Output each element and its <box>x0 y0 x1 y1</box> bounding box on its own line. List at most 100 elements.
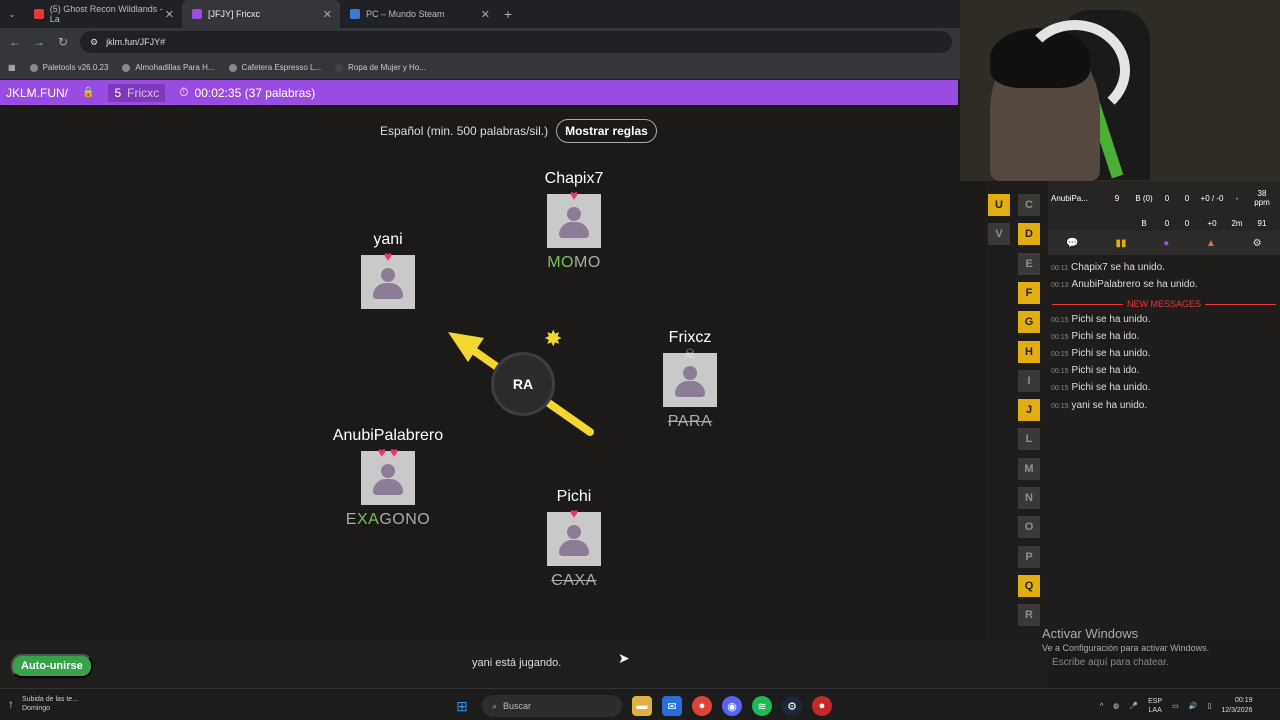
syllable-prompt: RA <box>512 376 534 392</box>
lives-hearts-icon: ♥ <box>569 187 579 203</box>
turn-status: yani está jugando. <box>472 657 562 669</box>
bomb-spark-icon: ✸ <box>544 326 563 351</box>
jklm-icon <box>192 9 202 19</box>
close-tab-icon[interactable]: ✕ <box>481 8 490 21</box>
timer-icon: ⏱ <box>179 85 189 99</box>
chat-message: 00:15 Pichi se ha unido. <box>1051 348 1151 359</box>
chat-message: 00:15 Pichi se ha unido. <box>1051 382 1151 393</box>
url-input[interactable]: ⚙ jklm.fun/JFJY# <box>80 31 952 53</box>
network-icon[interactable]: ◍ <box>1113 702 1119 710</box>
player-name: AnubiPalabrero <box>332 427 444 444</box>
browser-tabstrip: ⌄ (5) Ghost Recon Wildlands - La ✕ [JFJY… <box>0 0 960 28</box>
search-icon: ⌕ <box>492 700 498 711</box>
language-row: Español (min. 500 palabras/sil.) Mostrar… <box>380 119 657 143</box>
reload-icon[interactable]: ↻ <box>56 35 70 49</box>
player-anubipalabrero: AnubiPalabrero ♥ ♥ EXAGONO <box>318 427 458 529</box>
close-tab-icon[interactable]: ✕ <box>165 8 174 21</box>
room-host: Fricxc <box>127 85 160 100</box>
bonus-letters: UCVDEFGHIJLMNOPQR <box>985 178 1048 640</box>
forward-arrow-icon[interactable]: → <box>32 35 46 49</box>
tab-title: (5) Ghost Recon Wildlands - La <box>49 4 163 24</box>
steam-icon[interactable]: ⚙ <box>782 696 802 716</box>
spotify-icon[interactable]: ≋ <box>752 696 772 716</box>
system-clock[interactable]: 00:19 12/3/2026 <box>1221 696 1252 716</box>
chat-bubble-icon[interactable]: 💬 <box>1066 238 1078 249</box>
bonus-letter: L <box>1018 428 1040 451</box>
close-tab-icon[interactable]: ✕ <box>323 8 332 21</box>
battery-icon[interactable]: ▯ <box>1207 702 1211 710</box>
bonus-letter: E <box>1018 252 1040 275</box>
chat-toolbar: 💬 ▮▮ ● ▲ ⚙ <box>1048 231 1280 255</box>
tray-chevron-icon[interactable]: ^ <box>1100 703 1103 710</box>
stats-row2-cell: B <box>1141 219 1147 228</box>
gift-icon[interactable]: ▮▮ <box>1116 238 1127 249</box>
back-arrow-icon[interactable]: ← <box>8 35 22 49</box>
mic-icon[interactable]: 🎤 <box>1129 702 1138 710</box>
player-word: MOMO <box>547 254 601 271</box>
bomb: RA <box>491 352 555 416</box>
player-word: CAXA <box>551 572 597 589</box>
stats-row2-cell: +0 <box>1207 219 1217 228</box>
bookmark-item[interactable]: Cafetera Espresso L... <box>228 63 321 72</box>
tab-search-icon[interactable]: ⌄ <box>0 9 24 20</box>
bonus-letter: O <box>1018 516 1040 539</box>
display-icon[interactable]: ▭ <box>1172 702 1179 710</box>
user-icon[interactable]: ● <box>1163 238 1169 249</box>
stats-row2-cell: 91 <box>1257 219 1267 228</box>
bonus-letter: N <box>1018 487 1040 509</box>
room-code[interactable]: JKLM.FUN/ <box>6 86 68 100</box>
browser-tab-2[interactable]: PC – Mundo Steam ✕ <box>340 0 498 28</box>
bookmark-item[interactable]: Paletools v26.0.23 <box>29 63 108 72</box>
weather-widget[interactable]: ↑ Subida de las te... Domingo <box>8 695 78 713</box>
player-frixcz: Frixcz ☠ PARA <box>620 329 760 431</box>
browser-tab-1[interactable]: [JFJY] Fricxc ✕ <box>182 0 340 28</box>
player-count-pill: 5 Fricxc <box>108 83 166 102</box>
player-word: EXAGONO <box>345 511 431 528</box>
system-tray: ^ ◍ 🎤 ESP LAA ▭ 🔊 ▯ 00:19 12/3/2026 <box>1100 696 1253 716</box>
taskbar-apps: ⊞ ⌕ Buscar ▬ ✉ ● ◉ ≋ ⚙ ● <box>452 695 832 717</box>
outlook-icon[interactable]: ✉ <box>662 696 682 716</box>
volume-icon[interactable]: 🔊 <box>1189 702 1198 710</box>
stats-row2-cell: 2m <box>1231 219 1243 228</box>
taskbar-search[interactable]: ⌕ Buscar <box>482 695 622 717</box>
mouse-cursor-icon: ➤ <box>618 650 630 666</box>
stats-row2-cell: 0 <box>1184 219 1190 228</box>
stats-col-b: 0 <box>1184 193 1190 203</box>
bookmarks-bar: ▦ Paletools v26.0.23 Almohadillas Para H… <box>0 56 960 80</box>
new-tab-button[interactable]: + <box>504 6 512 22</box>
stats-row2-cell: 0 <box>1164 219 1170 228</box>
tab-title: [JFJY] Fricxc <box>208 9 260 19</box>
bonus-letter: M <box>1018 457 1040 480</box>
bookmark-icon <box>228 63 237 72</box>
browser-tab-0[interactable]: (5) Ghost Recon Wildlands - La ✕ <box>24 0 182 28</box>
player-name: Chapix7 <box>544 170 604 187</box>
file-explorer-icon[interactable]: ▬ <box>632 696 652 716</box>
stats-col-a: 0 <box>1164 193 1170 203</box>
bookmark-item[interactable]: Ropa de Mujer y Ho... <box>335 63 426 72</box>
weather-icon: ↑ <box>8 697 14 711</box>
language-label: Español (min. 500 palabras/sil.) <box>380 124 549 138</box>
language-indicator[interactable]: ESP LAA <box>1148 697 1162 715</box>
chrome-icon[interactable]: ● <box>692 696 712 716</box>
app-icon[interactable]: ● <box>812 696 832 716</box>
discord-icon[interactable]: ◉ <box>722 696 742 716</box>
player-word: PARA <box>667 413 713 430</box>
site-info-icon[interactable]: ⚙ <box>90 37 98 48</box>
skull-icon: ☠ <box>683 346 697 362</box>
stats-player-name: AnubiPa... <box>1051 193 1088 203</box>
flag-icon[interactable]: ▲ <box>1206 238 1216 249</box>
apps-icon[interactable]: ▦ <box>8 63 16 72</box>
show-rules-button[interactable]: Mostrar reglas <box>556 119 657 143</box>
bonus-letter: P <box>1018 545 1040 568</box>
chat-input[interactable]: Escribe aquí para chatear. <box>1052 657 1169 668</box>
settings-gear-icon[interactable]: ⚙ <box>1253 238 1262 249</box>
bonus-letter: G <box>1018 311 1040 334</box>
chat-message: 00:15 yani se ha unido. <box>1051 400 1148 411</box>
start-windows-icon[interactable]: ⊞ <box>452 696 472 716</box>
auto-join-button[interactable]: Auto-unirse <box>11 654 93 678</box>
bookmark-item[interactable]: Almohadillas Para H... <box>122 63 215 72</box>
player-stats: AnubiPa... 9 B (0) 0 0 +0 / -0 - 38 ppm B… <box>1048 181 1280 231</box>
lock-icon[interactable]: 🔒 <box>82 87 94 98</box>
bonus-letter: H <box>1018 340 1040 363</box>
bonus-letter: V <box>988 223 1010 246</box>
